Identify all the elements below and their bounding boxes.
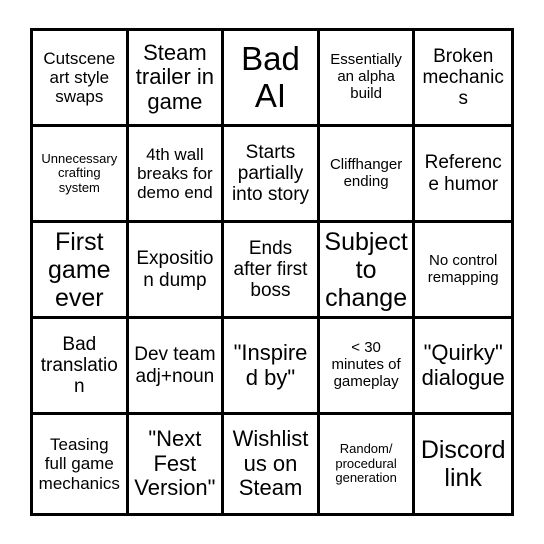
bingo-cell-r5c2[interactable]: "Next Fest Version"	[128, 415, 225, 513]
bingo-cell-label: 4th wall breaks for demo end	[137, 144, 213, 203]
bingo-cell-r1c4[interactable]: Essentially an alpha build	[319, 31, 416, 127]
bingo-cell-r2c3[interactable]: Starts partially into story	[224, 127, 320, 223]
bingo-cell-label: Broken mechanics	[422, 45, 504, 110]
bingo-cell-label: Dev team adj+noun	[134, 344, 216, 387]
bingo-cell-r5c1[interactable]: Teasing full game mechanics	[33, 415, 129, 513]
bingo-cell-r2c1[interactable]: Unnecessary crafting system	[33, 127, 129, 223]
bingo-cell-label: "Next Fest Version"	[134, 426, 216, 501]
bingo-cell-r4c4[interactable]: < 30 minutes of gameplay	[319, 319, 416, 415]
bingo-cell-r1c1[interactable]: Cutscene art style swaps	[33, 31, 129, 127]
bingo-cell-r3c2[interactable]: Exposition dump	[128, 223, 225, 319]
bingo-cell-r1c3[interactable]: Bad AI	[224, 31, 320, 127]
bingo-cell-label: Starts partially into story	[231, 141, 310, 206]
bingo-cell-r3c4[interactable]: Subject to change	[319, 223, 416, 319]
bingo-cell-r4c3[interactable]: "Inspired by"	[224, 319, 320, 415]
bingo-cell-r3c1[interactable]: First game ever	[33, 223, 129, 319]
bingo-cell-r2c5[interactable]: Reference humor	[415, 127, 511, 223]
bingo-cell-r4c1[interactable]: Bad translation	[33, 319, 129, 415]
bingo-cell-label: Wishlist us on Steam	[232, 426, 309, 501]
bingo-cell-label: "Inspired by"	[233, 339, 308, 390]
bingo-cell-r2c2[interactable]: 4th wall breaks for demo end	[128, 127, 225, 223]
bingo-cell-label: Subject to change	[324, 227, 408, 312]
bingo-cell-label: Random/ procedural generation	[335, 441, 397, 486]
bingo-cell-label: Cutscene art style swaps	[43, 48, 116, 107]
bingo-cell-r2c4[interactable]: Cliffhanger ending	[319, 127, 416, 223]
bingo-cell-label: Exposition dump	[136, 248, 214, 291]
bingo-cell-r5c5[interactable]: Discord link	[415, 415, 511, 513]
bingo-cell-label: Steam trailer in game	[135, 39, 215, 114]
bingo-cell-r3c3[interactable]: Ends after first boss	[224, 223, 320, 319]
bingo-cell-label: Reference humor	[424, 152, 502, 195]
bingo-cell-r3c5[interactable]: No control remapping	[415, 223, 511, 319]
bingo-cell-label: Discord link	[420, 436, 506, 492]
bingo-cell-r1c5[interactable]: Broken mechanics	[415, 31, 511, 127]
bingo-cell-label: < 30 minutes of gameplay	[331, 339, 401, 390]
bingo-card-grid: Cutscene art style swaps Steam trailer in…	[30, 28, 514, 516]
bingo-cell-label: Cliffhanger ending	[329, 155, 403, 190]
bingo-cell-r5c3[interactable]: Wishlist us on Steam	[224, 415, 320, 513]
bingo-cell-label: No control remapping	[427, 251, 499, 286]
bingo-cell-label: Ends after first boss	[233, 237, 308, 302]
bingo-cell-r4c2[interactable]: Dev team adj+noun	[128, 319, 225, 415]
bingo-cell-label: Essentially an alpha build	[330, 51, 402, 102]
bingo-cell-label: Unnecessary crafting system	[41, 150, 118, 195]
bingo-cell-label: First game ever	[48, 227, 111, 312]
bingo-cell-r1c2[interactable]: Steam trailer in game	[128, 31, 225, 127]
bingo-cell-r4c5[interactable]: "Quirky" dialogue	[415, 319, 511, 415]
bingo-cell-label: Bad AI	[241, 39, 300, 114]
bingo-cell-r5c4[interactable]: Random/ procedural generation	[319, 415, 416, 513]
bingo-cell-label: Bad translation	[40, 333, 118, 398]
bingo-cell-label: Teasing full game mechanics	[38, 435, 120, 493]
bingo-cell-label: "Quirky" dialogue	[421, 339, 505, 390]
